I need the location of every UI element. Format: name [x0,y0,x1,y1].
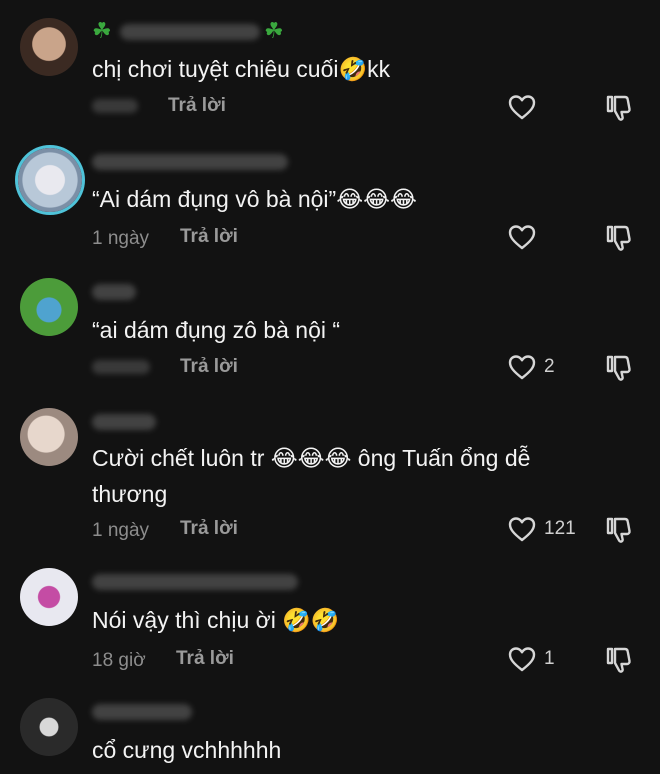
reply-button[interactable]: Trả lời [180,356,238,378]
heart-icon [508,646,536,672]
avatar[interactable] [20,18,78,76]
timestamp: 18 giờ [92,650,146,671]
reply-button[interactable]: Trả lời [176,648,234,670]
clover-icon: ☘ [92,18,112,43]
like-button[interactable]: 2 [508,354,555,380]
dislike-icon[interactable] [604,224,634,252]
clover-icon: ☘ [264,18,284,43]
username-blurred[interactable] [92,414,156,430]
timestamp-blurred [92,99,138,113]
avatar[interactable] [18,148,82,212]
avatar[interactable] [20,568,78,626]
reply-button[interactable]: Trả lời [180,518,238,540]
username-blurred[interactable] [92,284,136,300]
like-count: 1 [544,648,555,669]
heart-icon [508,94,536,120]
heart-icon [508,516,536,542]
timestamp: 1 ngày [92,520,150,541]
dislike-icon[interactable] [604,354,634,382]
dislike-icon[interactable] [604,516,634,544]
comment-text: chị chơi tuyệt chiêu cuối🤣kk [92,56,391,82]
username-blurred[interactable] [92,154,288,170]
comment-text: “Ai dám đụng vô bà nội”😂😂😂 [92,186,417,212]
like-button[interactable] [508,224,544,250]
heart-icon [508,354,536,380]
heart-icon [508,224,536,250]
comment-text: Nói vậy thì chịu ời 🤣🤣 [92,607,340,633]
like-count: 121 [544,518,576,539]
timestamp: 1 ngày [92,228,150,249]
dislike-icon[interactable] [604,646,634,674]
comment-text: Cười chết luôn tr 😂😂😂 ông Tuấn ổng dễ th… [92,445,531,507]
timestamp-blurred [92,360,150,374]
like-button[interactable]: 1 [508,646,555,672]
dislike-icon[interactable] [604,94,634,122]
avatar[interactable] [20,698,78,756]
username-blurred[interactable] [120,24,260,40]
like-count: 2 [544,356,555,377]
like-button[interactable] [508,94,544,120]
avatar[interactable] [20,408,78,466]
username-blurred[interactable] [92,574,298,590]
reply-button[interactable]: Trả lời [168,95,226,117]
reply-button[interactable]: Trả lời [180,226,238,248]
comment-text: cổ cưng vchhhhhh [92,737,282,763]
like-button[interactable]: 121 [508,516,576,542]
comment-text: “ai dám đụng zô bà nội “ [92,317,341,343]
avatar[interactable] [20,278,78,336]
username-blurred[interactable] [92,704,192,720]
